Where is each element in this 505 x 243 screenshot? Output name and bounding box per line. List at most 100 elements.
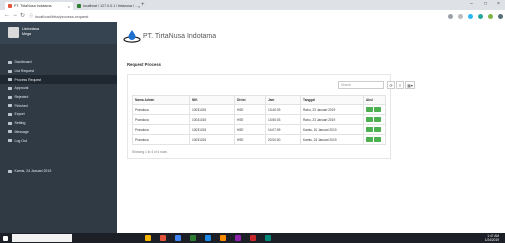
sidebar-item-label: Process Request [14,77,42,82]
sidebar-menu: Dashboard List Request Process Request A… [0,58,117,145]
user-icon [8,130,12,134]
column-header[interactable]: Tanggal [300,95,364,105]
columns-icon: ▦▾ [407,82,413,88]
close-window-icon[interactable]: × [497,1,500,7]
sidebar-item-approval[interactable]: Approval [0,84,117,93]
extension-icon[interactable] [468,14,473,19]
sidebar-item-rejected[interactable]: Rejected [0,93,117,102]
column-header[interactable]: Divisi [234,95,266,105]
cell-division: HSE [234,114,266,125]
finished-icon [8,104,12,108]
new-tab-icon[interactable]: + [141,2,145,8]
cell-nik: 10031015 [189,124,235,135]
column-header[interactable]: NIK [189,95,235,105]
chrome-icon[interactable] [175,235,181,241]
user-role: Mega [22,32,31,36]
process-button[interactable] [374,137,381,142]
list-view-icon: ≡ [398,82,402,88]
refresh-icon: ⟳ [389,82,393,88]
app-icon[interactable] [160,235,166,241]
maximize-icon[interactable]: □ [484,1,487,7]
file-explorer-icon[interactable] [145,235,151,241]
close-tab-icon[interactable]: × [138,4,140,9]
reload-icon[interactable]: ↻ [20,12,25,19]
sidebar-item-label: Rejected [14,95,29,100]
columns-button[interactable]: ▦▾ [405,81,415,89]
cell-division: HSE [234,134,266,145]
view-button[interactable] [366,127,373,132]
list-icon [8,78,12,82]
main-content: PT. TirtaNusa Indotama Request Process S… [117,22,505,233]
request-table: Nama Admin NIK Divisi Jam Tanggal Aksi P… [132,95,386,145]
process-button[interactable] [374,117,381,122]
cell-time: 20:00:00 [265,134,301,145]
search-placeholder: Search [341,83,352,87]
cell-actions [363,134,386,145]
cell-time: 13:50:03 [265,114,301,125]
app-icon[interactable] [205,235,211,241]
sidebar: Lisbonissa Mega Dashboard List Request P… [0,22,117,233]
phpmyadmin-favicon-icon [77,4,81,8]
app-icon[interactable] [235,235,241,241]
close-tab-icon[interactable]: × [68,4,70,9]
app-icon[interactable] [265,235,271,241]
taskbar-search-input[interactable] [12,234,72,242]
cell-admin: Prandoca [132,104,190,115]
profile-icon[interactable] [498,14,503,19]
view-button[interactable] [366,117,373,122]
search-input[interactable]: Search [338,81,384,89]
cell-date: Rabu, 23 Januari 2019 [300,114,364,125]
url-field[interactable]: ⓘ localhost/tirta/process-request [29,12,409,20]
sidebar-item-export[interactable]: Export [0,110,117,119]
extension-icon[interactable] [478,14,483,19]
sidebar-item-finished[interactable]: Finished [0,101,117,110]
toggle-view-button[interactable]: ≡ [396,81,404,89]
windows-start-icon[interactable] [3,235,8,241]
table-row: Prandoca 10031015 HSE 13:40:03 Rabu, 23 … [132,104,386,115]
sidebar-item-label: Log Out [14,138,27,143]
minimize-icon[interactable]: – [470,1,473,7]
cell-date: Kamis, 10 Januari 2019 [300,124,364,135]
star-icon[interactable] [458,14,463,19]
calendar-icon [8,169,12,173]
sidebar-item-setting[interactable]: Setting [0,119,117,128]
logout-icon [8,139,12,143]
brand-name: PT. TirtaNusa Indotama [143,32,217,40]
cell-nik: 10031015 [189,114,235,125]
sidebar-item-message[interactable]: Message [0,128,117,137]
sidebar-item-process-request[interactable]: Process Request [0,75,117,85]
refresh-button[interactable]: ⟳ [387,81,395,89]
browser-tab[interactable]: localhost / 127.0.0.1 / tirtanusa / ... … [74,2,140,10]
search-page-icon[interactable] [448,14,453,19]
process-button[interactable] [374,107,381,112]
app-icon[interactable] [250,235,256,241]
cell-nik: 10031015 [189,134,235,145]
forward-icon[interactable]: → [12,12,18,18]
back-icon[interactable]: ← [4,12,10,18]
column-header[interactable]: Nama Admin [132,95,190,105]
sidebar-item-label: Message [14,129,29,134]
view-button[interactable] [366,107,373,112]
process-button[interactable] [374,127,381,132]
sidebar-item-logout[interactable]: Log Out [0,136,117,145]
tab-title: localhost / 127.0.0.1 / tirtanusa / ... [83,4,138,8]
extension-icon[interactable] [488,14,493,19]
table-row: Prandoca 10031015 HSE 14:07:09 Kamis, 10… [132,124,386,135]
browser-tab-bar: PT. TirtaNusa Indotama × localhost / 127… [0,0,505,10]
clock-date: 1/24/2019 [484,238,499,242]
cell-time: 13:40:03 [265,104,301,115]
column-header[interactable]: Jam [265,95,301,105]
view-button[interactable] [366,137,373,142]
user-profile: Lisbonissa Mega [0,22,117,44]
company-logo-icon [123,29,141,43]
sidebar-item-label: Dashboard [14,60,32,65]
sidebar-item-dashboard[interactable]: Dashboard [0,58,117,67]
list-icon [8,69,12,73]
app-icon[interactable] [190,235,196,241]
sidebar-item-list-request[interactable]: List Request [0,67,117,76]
browser-tab-active[interactable]: PT. TirtaNusa Indotama × [5,2,73,10]
dashboard-icon [8,60,12,64]
info-icon: ⓘ [29,13,33,18]
app-icon[interactable] [220,235,226,241]
system-clock[interactable]: 1:47 AM 1/24/2019 [485,234,499,242]
